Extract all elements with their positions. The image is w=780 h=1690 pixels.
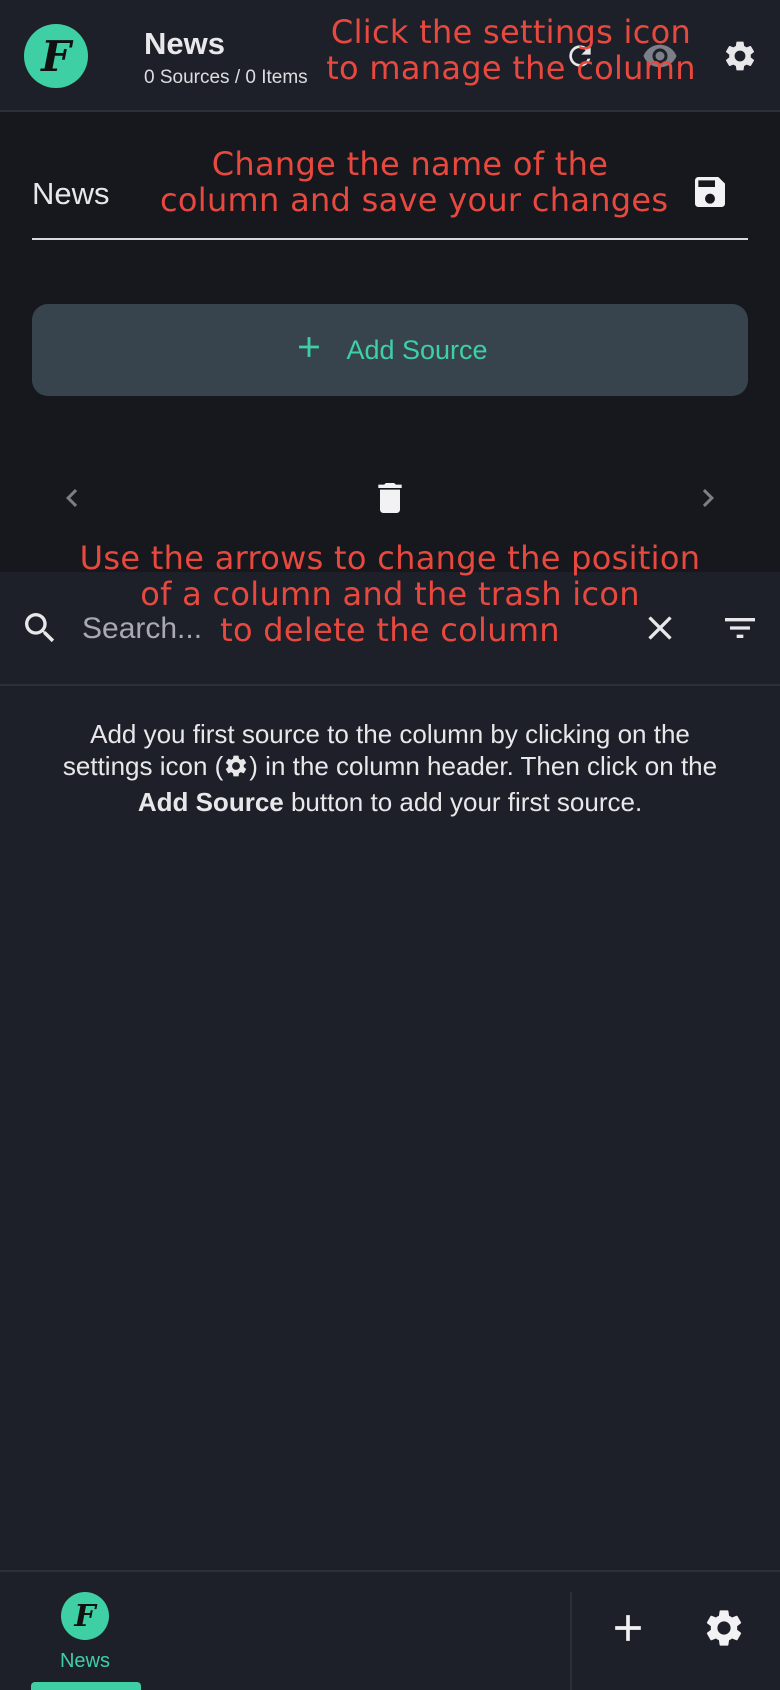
active-indicator bbox=[31, 1682, 141, 1690]
divider bbox=[570, 1592, 572, 1690]
annotation-line: Use the arrows to change the position bbox=[79, 539, 701, 577]
bottom-nav-item-news[interactable]: F News bbox=[0, 1572, 170, 1690]
trash-icon[interactable] bbox=[370, 476, 410, 525]
annotation-arrows-hint: Use the arrows to change the position of… bbox=[60, 540, 720, 648]
column-avatar: F bbox=[61, 1592, 109, 1640]
chevron-left-icon[interactable] bbox=[54, 480, 90, 521]
search-icon bbox=[20, 608, 60, 653]
annotation-line: Change the name of the bbox=[211, 145, 609, 183]
column-subtitle: 0 Sources / 0 Items bbox=[144, 67, 308, 88]
annotation-line: to delete the column bbox=[220, 611, 560, 649]
app-logo[interactable]: F bbox=[24, 24, 88, 88]
annotation-settings-hint: Click the settings icon to manage the co… bbox=[326, 14, 696, 86]
gear-icon bbox=[223, 753, 249, 786]
annotation-line: column and save your changes bbox=[160, 181, 669, 219]
filter-icon[interactable] bbox=[720, 608, 760, 653]
annotation-name-hint: Change the name of the column and save y… bbox=[160, 145, 669, 219]
plus-icon bbox=[292, 330, 326, 371]
column-position-controls bbox=[0, 470, 780, 530]
bottom-navigation: F News bbox=[0, 1570, 780, 1690]
avatar-letter: F bbox=[74, 1598, 96, 1634]
empty-state-text: button to add your first source. bbox=[283, 787, 643, 817]
add-source-button[interactable]: Add Source bbox=[32, 304, 748, 396]
empty-state-line: settings icon ( ) in the column header. T… bbox=[30, 750, 750, 786]
gear-icon[interactable] bbox=[702, 1606, 746, 1655]
logo-letter: F bbox=[41, 31, 71, 81]
column-title: News bbox=[144, 26, 225, 61]
plus-icon[interactable] bbox=[606, 1606, 650, 1655]
add-source-label: Add Source bbox=[346, 334, 488, 365]
chevron-right-icon[interactable] bbox=[690, 480, 726, 521]
empty-state-text: ) in the column header. Then click on th… bbox=[249, 751, 718, 781]
annotation-line: Click the settings icon bbox=[330, 13, 692, 51]
save-icon[interactable] bbox=[690, 172, 730, 212]
empty-state-line: Add you first source to the column by cl… bbox=[90, 719, 690, 749]
gear-icon[interactable] bbox=[720, 36, 760, 76]
empty-state-text: settings icon ( bbox=[62, 751, 224, 781]
annotation-line: to manage the column bbox=[326, 49, 696, 87]
add-source-emphasis: Add Source bbox=[137, 787, 284, 817]
annotation-line: of a column and the trash icon bbox=[140, 575, 640, 613]
bottom-nav-label: News bbox=[59, 1650, 110, 1672]
empty-state-message: Add you first source to the column by cl… bbox=[30, 718, 750, 818]
empty-state-line: Add Source button to add your first sour… bbox=[30, 786, 750, 818]
column-name-value[interactable]: News bbox=[32, 176, 110, 212]
